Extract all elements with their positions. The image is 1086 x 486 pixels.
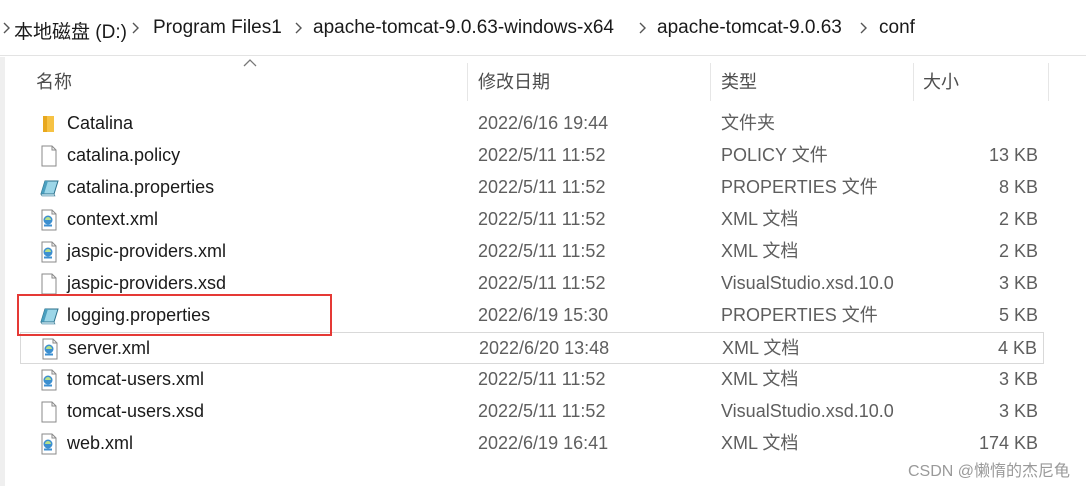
- file-type: POLICY 文件: [721, 145, 828, 165]
- breadcrumb-item-tomcat[interactable]: apache-tomcat-9.0.63: [657, 17, 842, 39]
- breadcrumb-item-tomcat-windows[interactable]: apache-tomcat-9.0.63-windows-x64: [313, 17, 614, 39]
- column-divider[interactable]: [467, 63, 468, 101]
- file-name: Catalina: [67, 113, 134, 133]
- file-name: catalina.policy: [67, 145, 181, 165]
- file-modified-date: 2022/5/11 11:52: [478, 241, 606, 261]
- file-row[interactable]: tomcat-users.xsd 2022/5/11 11:52 VisualStu…: [20, 396, 1044, 428]
- xml-file-icon: [38, 209, 60, 231]
- file-row[interactable]: context.xml 2022/5/11 11:52 XML 文档 2 KB: [20, 204, 1044, 236]
- breadcrumb-item-program-files1[interactable]: Program Files1: [153, 17, 282, 39]
- file-row[interactable]: server.xml 2022/6/20 13:48 XML 文档 4 KB: [20, 332, 1044, 364]
- file-modified-date: 2022/6/19 16:41: [478, 433, 609, 453]
- file-modified-date: 2022/6/16 19:44: [478, 113, 609, 133]
- column-divider[interactable]: [710, 63, 711, 101]
- file-name: catalina.properties: [67, 177, 215, 197]
- blank-file-icon: [38, 401, 60, 423]
- sort-ascending-icon: [243, 59, 257, 67]
- file-size: 3 KB: [998, 401, 1038, 421]
- file-name: jaspic-providers.xsd: [67, 273, 227, 293]
- file-type: XML 文档: [721, 369, 799, 389]
- file-modified-date: 2022/6/19 15:30: [478, 305, 609, 325]
- file-row[interactable]: Catalina 2022/6/16 19:44 文件夹: [20, 108, 1044, 140]
- file-name: server.xml: [68, 338, 151, 358]
- blank-file-icon: [38, 273, 60, 295]
- file-type: XML 文档: [721, 433, 799, 453]
- xml-file-icon: [38, 369, 60, 391]
- file-size: 8 KB: [998, 177, 1038, 197]
- file-type: PROPERTIES 文件: [721, 305, 878, 325]
- file-type: XML 文档: [721, 241, 799, 261]
- address-bar[interactable]: 本地磁盘 (D:) Program Files1 apache-tomcat-9…: [0, 0, 1086, 56]
- column-header-name[interactable]: 名称: [36, 68, 72, 94]
- column-divider[interactable]: [1048, 63, 1049, 101]
- file-size: 2 KB: [998, 241, 1038, 261]
- file-modified-date: 2022/5/11 11:52: [478, 177, 606, 197]
- file-type: XML 文档: [721, 209, 799, 229]
- file-name: web.xml: [67, 433, 134, 453]
- column-header-modified[interactable]: 修改日期: [478, 68, 550, 94]
- watermark: CSDN @懒惰的杰尼龟: [907, 463, 1070, 480]
- breadcrumb-separator-icon[interactable]: [636, 21, 650, 35]
- column-header: 名称 修改日期 类型 大小: [20, 57, 1050, 101]
- folder-icon: [38, 113, 60, 135]
- file-row[interactable]: catalina.properties 2022/5/11 11:52 PROPER…: [20, 172, 1044, 204]
- breadcrumb-separator-icon[interactable]: [129, 21, 143, 35]
- column-divider[interactable]: [913, 63, 914, 101]
- file-modified-date: 2022/5/11 11:52: [478, 209, 606, 229]
- file-type: VisualStudio.xsd.10.0: [721, 273, 894, 293]
- blank-file-icon: [38, 145, 60, 167]
- file-modified-date: 2022/5/11 11:52: [478, 401, 606, 421]
- column-header-size[interactable]: 大小: [923, 68, 959, 94]
- breadcrumb-separator-icon[interactable]: [292, 21, 306, 35]
- breadcrumb-item-conf[interactable]: conf: [879, 17, 915, 39]
- file-row[interactable]: web.xml 2022/6/19 16:41 XML 文档 174 KB: [20, 428, 1044, 460]
- xml-file-icon: [39, 338, 61, 360]
- breadcrumb-separator-icon[interactable]: [0, 21, 14, 35]
- file-row[interactable]: catalina.policy 2022/5/11 11:52 POLICY 文件 1…: [20, 140, 1044, 172]
- file-row[interactable]: tomcat-users.xml 2022/5/11 11:52 XML 文档 3 K…: [20, 364, 1044, 396]
- file-size: 174 KB: [978, 433, 1038, 453]
- file-name: tomcat-users.xsd: [67, 401, 205, 421]
- file-name: tomcat-users.xml: [67, 369, 205, 389]
- file-size: 13 KB: [988, 145, 1038, 165]
- breadcrumb-separator-icon[interactable]: [857, 21, 871, 35]
- file-size: 3 KB: [998, 273, 1038, 293]
- xml-file-icon: [38, 433, 60, 455]
- file-row[interactable]: jaspic-providers.xml 2022/5/11 11:52 XML 文…: [20, 236, 1044, 268]
- navigation-pane-edge: [0, 57, 5, 486]
- file-modified-date: 2022/6/20 13:48: [479, 338, 610, 358]
- file-name: context.xml: [67, 209, 159, 229]
- file-modified-date: 2022/5/11 11:52: [478, 369, 606, 389]
- file-size: 2 KB: [998, 209, 1038, 229]
- xml-file-icon: [38, 241, 60, 263]
- file-size: 3 KB: [998, 369, 1038, 389]
- file-modified-date: 2022/5/11 11:52: [478, 145, 606, 165]
- highlight-annotation-box: [17, 294, 332, 336]
- file-name: jaspic-providers.xml: [67, 241, 227, 261]
- file-type: PROPERTIES 文件: [721, 177, 878, 197]
- file-type: XML 文档: [722, 338, 800, 358]
- file-type: 文件夹: [721, 113, 775, 133]
- column-header-type[interactable]: 类型: [721, 68, 757, 94]
- properties-file-icon: [38, 177, 60, 199]
- file-type: VisualStudio.xsd.10.0: [721, 401, 894, 421]
- file-size: 5 KB: [998, 305, 1038, 325]
- file-modified-date: 2022/5/11 11:52: [478, 273, 606, 293]
- file-size: 4 KB: [997, 338, 1037, 358]
- breadcrumb-item-drive-d[interactable]: 本地磁盘 (D:): [14, 17, 127, 44]
